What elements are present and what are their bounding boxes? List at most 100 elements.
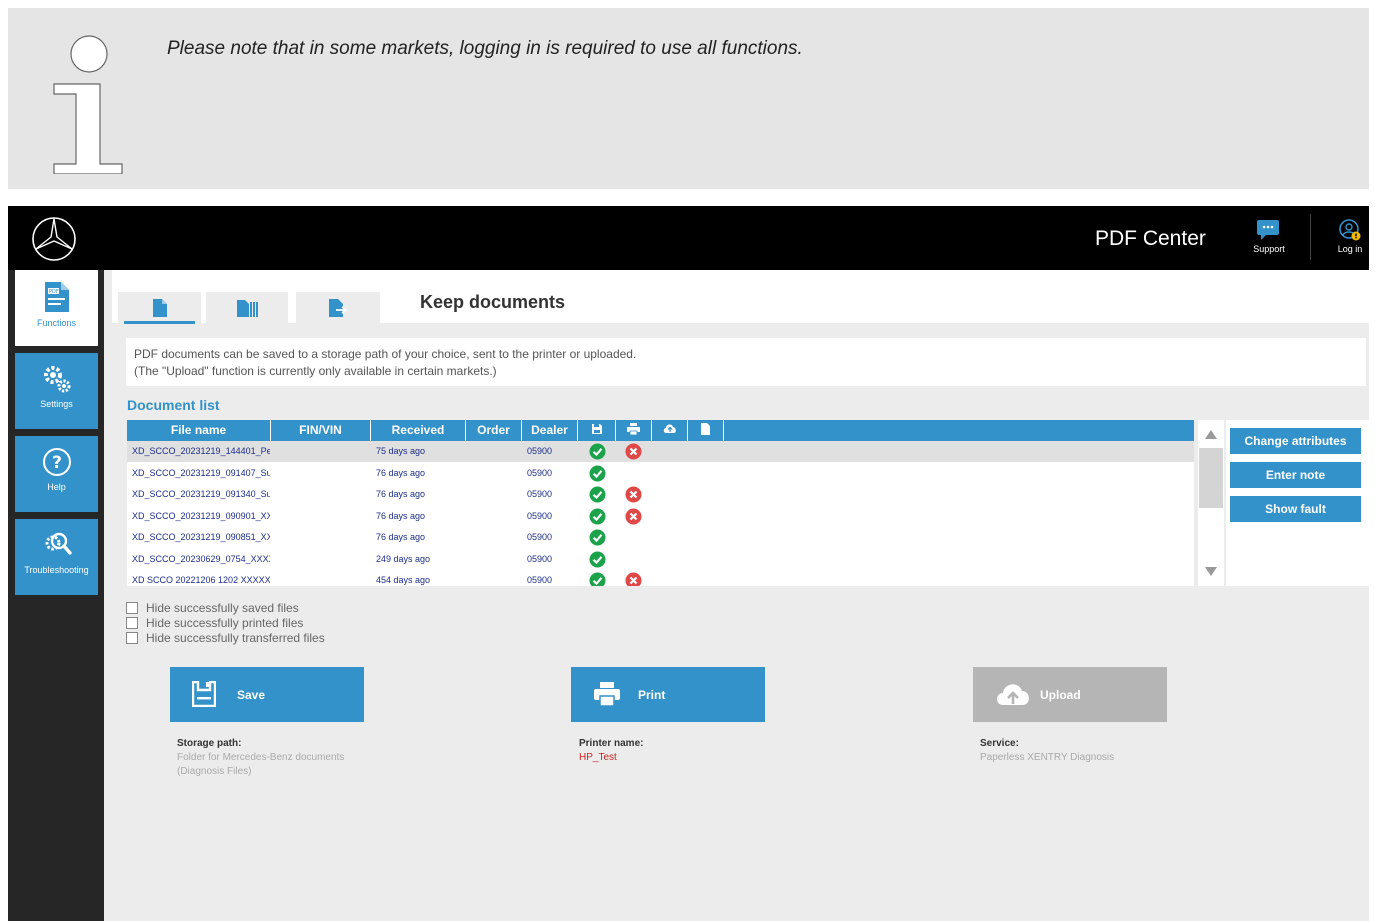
scroll-up-arrow-icon[interactable] bbox=[1204, 428, 1218, 440]
scroll-thumb[interactable] bbox=[1199, 448, 1223, 508]
sidebar-item-help[interactable]: ? Help bbox=[15, 436, 98, 512]
tab-export-documents[interactable] bbox=[296, 292, 380, 324]
cell-file-name: XD_SCCO_20230629_0754_XXXXXXX bbox=[132, 553, 270, 564]
enter-note-button[interactable]: Enter note bbox=[1230, 462, 1361, 488]
sidebar-label-settings: Settings bbox=[40, 399, 73, 409]
table-row[interactable]: XD_SCCO_20231219_144401_Persor 75 days ag… bbox=[127, 441, 1194, 462]
sidebar-label-help: Help bbox=[47, 482, 66, 492]
cell-file-name: XD_SCCO_20231219_090851_XXXXX bbox=[132, 532, 270, 542]
cell-fin-vin bbox=[276, 570, 366, 586]
upload-button[interactable]: Upload bbox=[973, 667, 1167, 722]
top-divider bbox=[1310, 214, 1311, 260]
table-scrollbar[interactable] bbox=[1198, 420, 1224, 586]
table-row[interactable]: XD_SCCO_20231219_091340_Super: 76 days ag… bbox=[127, 484, 1194, 505]
svg-text:?: ? bbox=[52, 453, 62, 473]
support-label: Support bbox=[1253, 244, 1285, 254]
hide-transferred-checkbox[interactable]: Hide successfully transferred files bbox=[126, 630, 325, 645]
page-title: Keep documents bbox=[420, 292, 566, 312]
print-icon bbox=[594, 682, 620, 707]
document-table: File name FIN/VIN Received Order Dealer bbox=[127, 420, 1194, 586]
save-button[interactable]: Save bbox=[170, 667, 364, 722]
app-title: PDF Center bbox=[1095, 227, 1206, 250]
header-upload-status[interactable] bbox=[652, 420, 688, 441]
hide-saved-checkbox[interactable]: Hide successfully saved files bbox=[126, 600, 325, 615]
header-print-status[interactable] bbox=[616, 420, 652, 441]
service-label: Service: bbox=[980, 738, 1019, 749]
info-icon bbox=[53, 35, 123, 174]
cell-fin-vin bbox=[276, 549, 366, 570]
sidebar-item-troubleshooting[interactable]: Troubleshooting bbox=[15, 519, 98, 595]
checkbox-box[interactable] bbox=[126, 601, 138, 614]
cell-fin-vin bbox=[276, 463, 366, 484]
printed-failed-icon bbox=[625, 508, 642, 525]
info-note: Please note that in some markets, loggin… bbox=[8, 8, 1369, 189]
cell-order bbox=[471, 549, 521, 570]
info-box: PDF documents can be saved to a storage … bbox=[126, 338, 1366, 386]
scroll-down-arrow-icon[interactable] bbox=[1204, 566, 1218, 578]
sidebar-label-troubleshooting: Troubleshooting bbox=[24, 565, 89, 575]
checkbox-box[interactable] bbox=[126, 631, 138, 644]
service-detail: Service: Paperless XENTRY Diagnosis bbox=[980, 737, 1114, 765]
cell-fin-vin bbox=[276, 441, 366, 462]
table-row[interactable]: XD_SCCO_20231219_090851_XXXXX 76 days ago… bbox=[127, 527, 1194, 548]
header-save-status[interactable] bbox=[578, 420, 616, 441]
cell-dealer: 05900 bbox=[527, 510, 553, 521]
save-label: Save bbox=[237, 688, 266, 702]
checkbox-box[interactable] bbox=[126, 616, 138, 629]
tab-keep-documents[interactable] bbox=[118, 292, 201, 324]
saved-success-icon bbox=[589, 508, 606, 525]
header-dealer[interactable]: Dealer bbox=[522, 420, 578, 441]
info-line-1: PDF documents can be saved to a storage … bbox=[134, 347, 637, 361]
cell-order bbox=[471, 441, 521, 462]
cell-order bbox=[471, 463, 521, 484]
printer-name-detail: Printer name: HP_Test bbox=[579, 737, 643, 765]
document-list-title: Document list bbox=[127, 397, 220, 413]
sidebar-item-functions[interactable]: PDF Functions bbox=[15, 270, 98, 346]
table-header: File name FIN/VIN Received Order Dealer bbox=[127, 420, 1194, 441]
tab-document-list[interactable] bbox=[206, 292, 288, 324]
header-copy-status[interactable] bbox=[688, 420, 724, 441]
cell-received: 75 days ago bbox=[376, 446, 426, 456]
sidebar: PDF Functions Settings ? Help Troublesho… bbox=[8, 270, 104, 921]
table-row[interactable]: XD_SCCO_20230629_0754_XXXXXXX 249 days ag… bbox=[127, 549, 1194, 570]
header-fin-vin[interactable]: FIN/VIN bbox=[271, 420, 371, 441]
question-icon: ? bbox=[42, 448, 71, 476]
service-value: Paperless XENTRY Diagnosis bbox=[980, 752, 1115, 763]
troubleshooting-icon bbox=[45, 532, 72, 555]
table-row[interactable]: XD SCCO 20221206 1202 XXXXXXX 454 days ag… bbox=[127, 570, 1194, 586]
hide-printed-checkbox[interactable]: Hide successfully printed files bbox=[126, 615, 325, 630]
change-attributes-button[interactable]: Change attributes bbox=[1230, 428, 1361, 454]
table-row[interactable]: XD_SCCO_20231219_090901_XXXXX 76 days ago… bbox=[127, 506, 1194, 527]
hide-transferred-label: Hide successfully transferred files bbox=[146, 630, 325, 645]
sidebar-label-functions: Functions bbox=[36, 318, 77, 328]
header-received[interactable]: Received bbox=[371, 420, 466, 441]
chat-icon bbox=[1257, 220, 1279, 240]
printer-name-value: HP_Test bbox=[579, 752, 617, 763]
table-row[interactable]: XD_SCCO_20231219_091407_Super: 76 days ag… bbox=[127, 463, 1194, 484]
print-button[interactable]: Print bbox=[571, 667, 765, 722]
main-content: Keep documents PDF documents can be save… bbox=[112, 270, 1369, 921]
cell-dealer: 05900 bbox=[527, 467, 553, 478]
cell-file-name: XD_SCCO_20231219_091340_Super: bbox=[132, 489, 270, 499]
side-actions-panel: Change attributes Enter note Show fault bbox=[1226, 420, 1369, 586]
printer-name-label: Printer name: bbox=[579, 738, 644, 749]
cell-file-name: XD_SCCO_20231219_091407_Super: bbox=[132, 467, 270, 478]
cell-fin-vin bbox=[276, 527, 366, 548]
support-button[interactable]: Support bbox=[1246, 216, 1292, 262]
filter-checkboxes: Hide successfully saved files Hide succe… bbox=[126, 600, 325, 645]
login-button[interactable]: Log in bbox=[1327, 216, 1369, 262]
sidebar-item-settings[interactable]: Settings bbox=[15, 353, 98, 429]
info-line-2: (The "Upload" function is currently only… bbox=[134, 364, 497, 378]
cell-dealer: 05900 bbox=[527, 553, 553, 564]
hide-saved-label: Hide successfully saved files bbox=[146, 600, 299, 615]
pdf-center-app: PDF Center Support Log in PDF Functions … bbox=[8, 206, 1369, 921]
upload-label: Upload bbox=[1040, 688, 1081, 702]
saved-success-icon bbox=[589, 465, 606, 482]
show-fault-button[interactable]: Show fault bbox=[1230, 496, 1361, 522]
storage-path-value-2: (Diagnosis Files) bbox=[177, 766, 252, 777]
header-order[interactable]: Order bbox=[466, 420, 522, 441]
header-file-name[interactable]: File name bbox=[127, 420, 271, 441]
cell-dealer: 05900 bbox=[527, 575, 553, 585]
cell-received: 76 days ago bbox=[376, 489, 426, 499]
cell-received: 249 days ago bbox=[376, 553, 431, 564]
